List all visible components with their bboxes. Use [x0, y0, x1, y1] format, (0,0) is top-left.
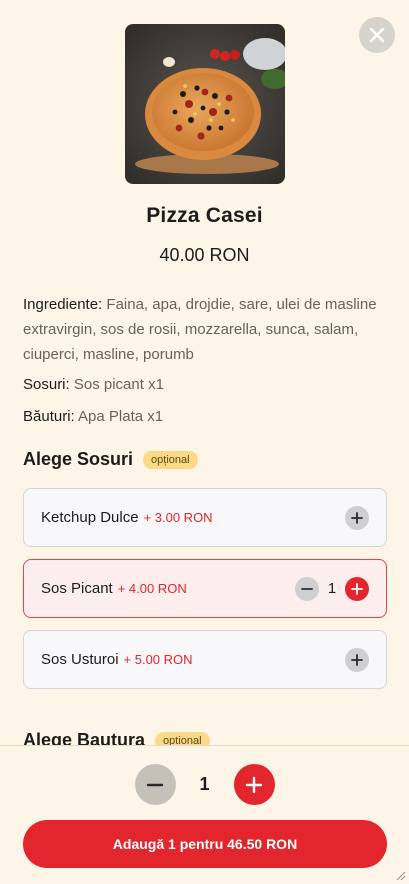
ingredients-label: Ingrediente:	[23, 296, 103, 313]
plus-icon	[351, 582, 363, 595]
quantity-stepper: 1	[0, 764, 409, 805]
sauce-option-sos-usturoi[interactable]: Sos Usturoi + 5.00 RON	[23, 630, 387, 689]
sauces-info: Sosuri: Sos picant x1	[23, 372, 389, 397]
quantity-value: 1	[199, 774, 210, 794]
decrease-quantity-button[interactable]	[134, 764, 176, 805]
option-name: Sos Picant	[41, 580, 113, 597]
drinks-value: Apa Plata x1	[78, 408, 164, 425]
order-footer: 1 Adaugă 1 pentru 46.50 RON	[0, 745, 409, 884]
plus-icon	[245, 776, 263, 793]
close-icon	[369, 27, 385, 43]
product-title: Pizza Casei	[146, 204, 263, 227]
decrease-option-button[interactable]	[295, 576, 319, 601]
add-option-button[interactable]	[345, 647, 369, 672]
sauces-title: Alege Sosuri	[23, 449, 134, 469]
sauces-value: Sos picant x1	[73, 376, 164, 393]
sauces-section-title: Alege Sosuri opțional	[23, 449, 198, 470]
plus-icon	[351, 511, 363, 524]
option-name: Ketchup Dulce	[41, 509, 139, 526]
product-image	[125, 24, 285, 184]
option-price: + 4.00 RON	[117, 581, 187, 596]
pizza-image	[125, 24, 285, 184]
add-to-cart-button[interactable]: Adaugă 1 pentru 46.50 RON	[23, 820, 387, 868]
sauces-label: Sosuri:	[23, 376, 70, 393]
minus-icon	[146, 783, 164, 786]
increase-option-button[interactable]	[345, 576, 369, 601]
option-price: + 3.00 RON	[143, 510, 213, 525]
option-price: + 5.00 RON	[123, 652, 193, 667]
option-quantity: 1	[327, 580, 337, 597]
add-option-button[interactable]	[345, 505, 369, 530]
sauce-option-sos-picant[interactable]: Sos Picant + 4.00 RON 1	[23, 559, 387, 618]
close-button[interactable]	[359, 17, 395, 53]
optional-badge: opțional	[143, 450, 198, 469]
drinks-label: Băuturi:	[23, 408, 75, 425]
resize-grip-icon	[396, 871, 406, 881]
product-price: 40.00 RON	[159, 245, 250, 265]
sauce-option-ketchup-dulce[interactable]: Ketchup Dulce + 3.00 RON	[23, 488, 387, 547]
ingredients-info: Ingrediente: Faina, apa, drojdie, sare, …	[23, 292, 389, 367]
plus-icon	[351, 653, 363, 666]
option-name: Sos Usturoi	[41, 651, 119, 668]
increase-quantity-button[interactable]	[233, 764, 275, 805]
minus-icon	[301, 587, 313, 590]
drinks-info: Băuturi: Apa Plata x1	[23, 404, 389, 429]
